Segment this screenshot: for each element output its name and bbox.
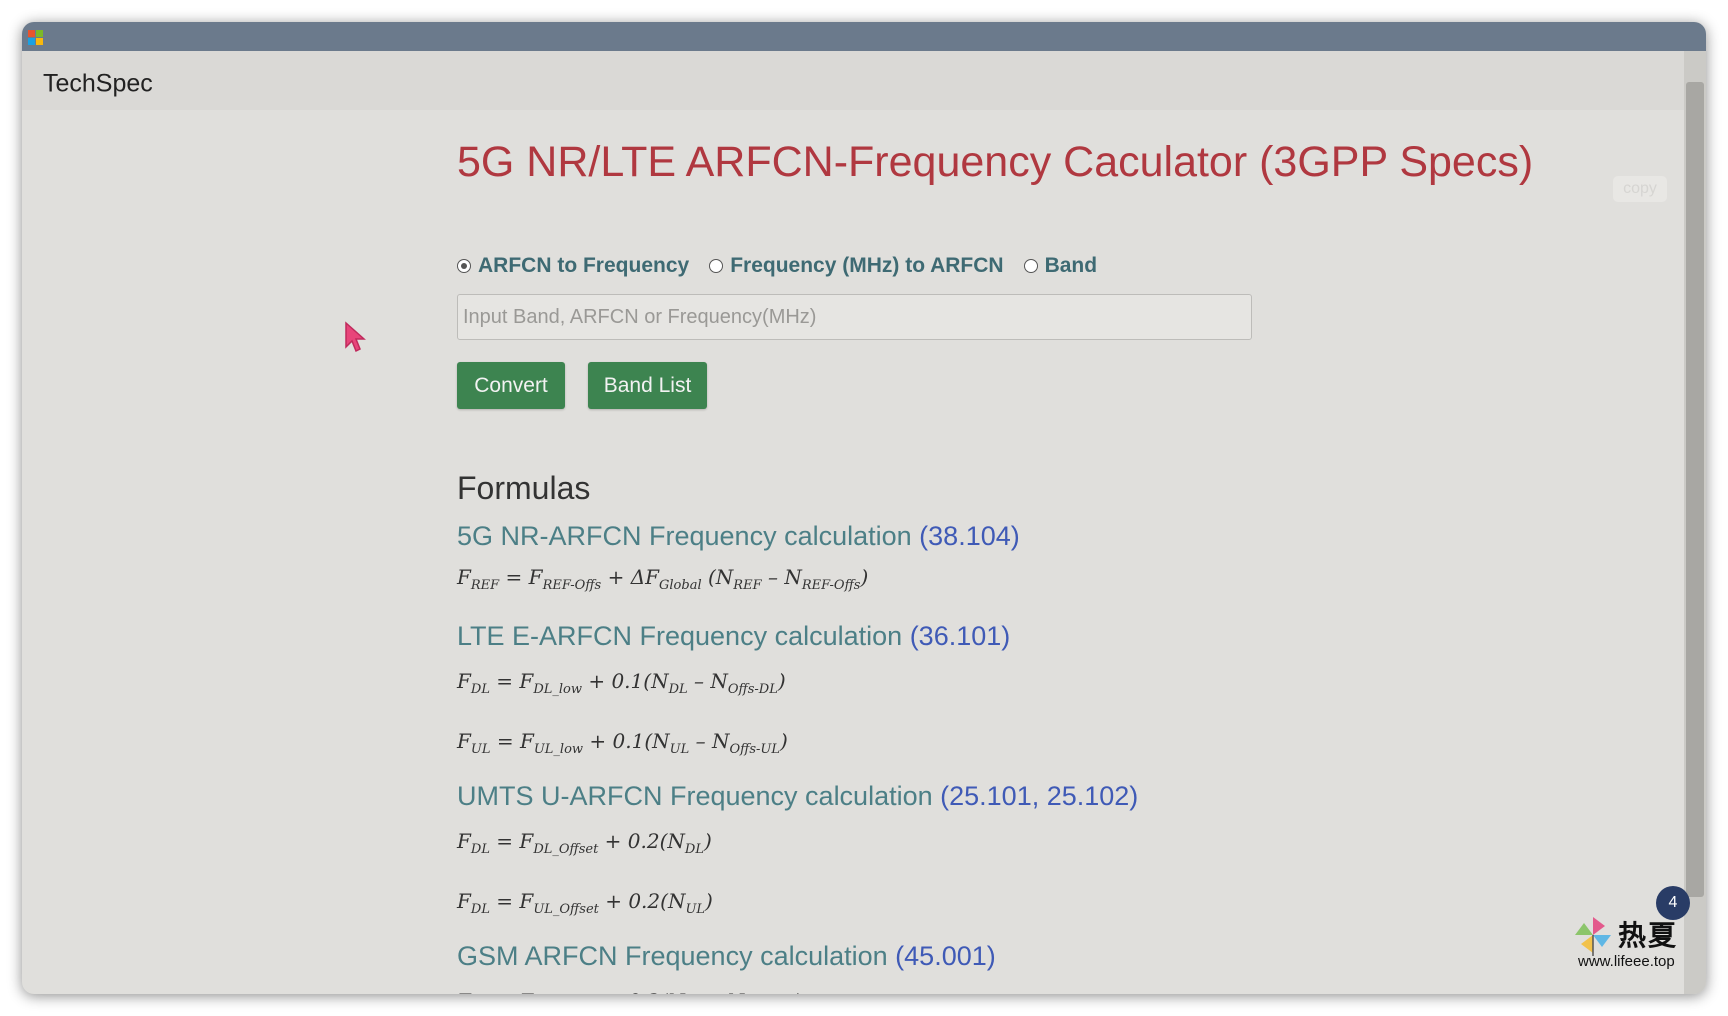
umts-dl-formula: FDL = FDL_Offset + 0.2(NDL)	[457, 829, 712, 857]
mouse-cursor-icon	[345, 321, 366, 353]
watermark: 热夏 www.lifeee.top	[1570, 912, 1688, 974]
conversion-mode-group: ARFCN to Frequency Frequency (MHz) to AR…	[457, 252, 1117, 280]
scrollbar-thumb[interactable]	[1686, 82, 1704, 897]
gsm-dl-formula: FDL = FDL_Offset + 0.2(NDL – NOffs-DL)	[457, 989, 802, 994]
browser-window: TechSpec copy 5G NR/LTE ARFCN-Frequency …	[22, 22, 1706, 994]
formula-title-text: GSM ARFCN Frequency calculation	[457, 941, 888, 971]
spec-link-45001[interactable]: (45.001)	[895, 941, 996, 971]
radio-button[interactable]	[1023, 259, 1038, 273]
spec-link-36101[interactable]: (36.101)	[910, 621, 1011, 651]
formula-title-text: 5G NR-ARFCN Frequency calculation	[457, 521, 912, 551]
formula-title-text: UMTS U-ARFCN Frequency calculation	[457, 781, 933, 811]
radio-label: ARFCN to Frequency	[478, 254, 690, 277]
top-navbar: TechSpec	[22, 51, 1684, 110]
convert-button[interactable]: Convert	[457, 362, 565, 409]
radio-arfcn-to-frequency[interactable]: ARFCN to Frequency	[457, 254, 689, 278]
gsm-formula-title: GSM ARFCN Frequency calculation (45.001)	[457, 941, 996, 972]
umts-formula-title: UMTS U-ARFCN Frequency calculation (25.1…	[457, 781, 1138, 812]
watermark-cn-text: 热夏	[1618, 920, 1679, 951]
lte-dl-formula: FDL = FDL_low + 0.1(NDL – NOffs-DL)	[457, 669, 786, 697]
brand-logo-text[interactable]: TechSpec	[43, 70, 153, 99]
spec-link-38104[interactable]: (38.104)	[919, 521, 1020, 551]
formula-title-text: LTE E-ARFCN Frequency calculation	[457, 621, 903, 651]
radio-label: Band	[1044, 254, 1098, 277]
formulas-heading: Formulas	[457, 470, 591, 506]
radio-label: Frequency (MHz) to ARFCN	[730, 254, 1004, 277]
radio-button[interactable]	[709, 259, 724, 273]
radio-button-checked[interactable]	[457, 259, 471, 273]
arfcn-input[interactable]	[457, 294, 1252, 340]
radio-frequency-to-arfcn[interactable]: Frequency (MHz) to ARFCN	[709, 254, 1004, 278]
copy-button[interactable]: copy	[1613, 176, 1667, 202]
nr-formula-title: 5G NR-ARFCN Frequency calculation (38.10…	[457, 521, 1020, 552]
spec-link-25101-25102[interactable]: (25.101, 25.102)	[940, 781, 1138, 811]
pinwheel-icon	[1575, 917, 1611, 956]
title-bar	[22, 22, 1706, 51]
radio-band[interactable]: Band	[1023, 254, 1098, 278]
watermark-url: www.lifeee.top	[1578, 953, 1675, 970]
windows-logo-icon[interactable]	[28, 30, 44, 46]
umts-ul-formula: FDL = FUL_Offset + 0.2(NUL)	[457, 889, 713, 917]
lte-formula-title: LTE E-ARFCN Frequency calculation (36.10…	[457, 621, 1010, 652]
vertical-scrollbar[interactable]	[1684, 51, 1706, 994]
lte-ul-formula: FUL = FUL_low + 0.1(NUL – NOffs-UL)	[457, 729, 788, 757]
band-list-button[interactable]: Band List	[588, 362, 707, 409]
nr-formula: FREF = FREF-Offs + ΔFGlobal (NREF – NREF…	[457, 565, 869, 593]
page-title: 5G NR/LTE ARFCN-Frequency Caculator (3GP…	[457, 138, 1534, 186]
